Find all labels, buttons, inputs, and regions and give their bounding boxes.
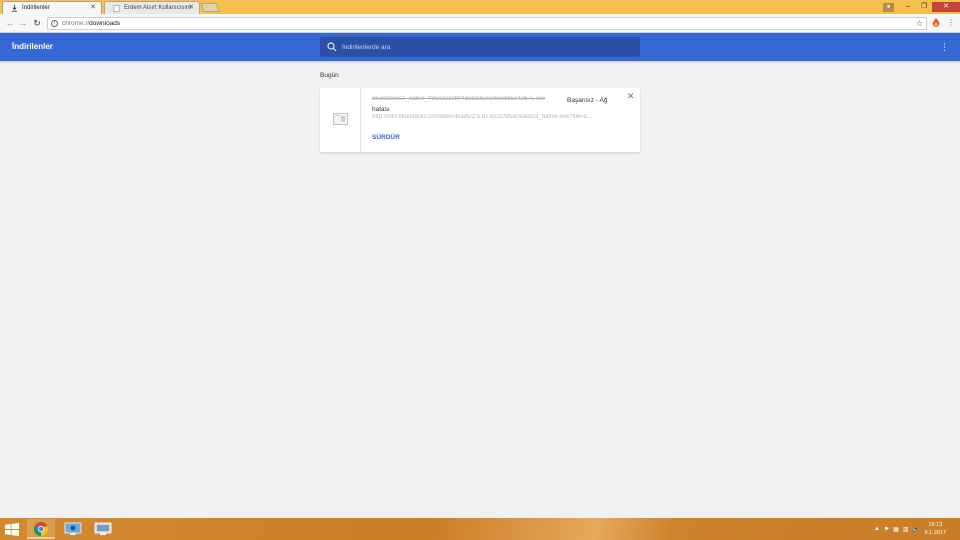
search-icon	[327, 42, 337, 52]
resume-button[interactable]: SÜRDÜR	[372, 134, 400, 141]
tab-profile[interactable]: Erdem Alsırt Kullanıcısını ✕	[104, 1, 200, 14]
action-center-flag-icon[interactable]: ⚑	[884, 526, 889, 533]
clock-date: 9.1.2017	[924, 530, 946, 536]
download-item: BlueStacks2_native_095e2233b04ded325ece6…	[320, 88, 640, 152]
page-title: İndirilenler	[12, 42, 53, 51]
file-icon-column	[320, 88, 361, 152]
minimize-button[interactable]: –	[900, 2, 916, 12]
page-icon	[113, 5, 120, 12]
chrome-icon	[34, 522, 48, 536]
chrome-menu-icon[interactable]: ⋮	[947, 17, 955, 29]
clock-time: 19:13	[928, 522, 943, 528]
system-tray: ▲ ⚑ ▦ ▥ 🔈	[874, 522, 920, 536]
file-icon	[333, 113, 348, 125]
taskbar-network-app[interactable]	[59, 519, 87, 539]
tab-close-icon[interactable]: ✕	[188, 2, 194, 14]
extension-flame-icon[interactable]	[932, 18, 940, 28]
windows-start-icon[interactable]	[5, 523, 19, 536]
url-text[interactable]: chrome://downloads	[62, 18, 120, 29]
window-controls: ● – ❐ ✕	[883, 0, 960, 14]
tray-chevron-icon[interactable]: ▲	[874, 526, 880, 532]
tab-strip: İndirilenler ✕ Erdem Alsırt Kullanıcısın…	[0, 0, 960, 14]
network-monitor-icon	[64, 522, 82, 535]
back-icon[interactable]: ←	[4, 17, 16, 29]
volume-icon[interactable]: 🔈	[913, 526, 920, 533]
profile-icon[interactable]: ●	[883, 2, 894, 12]
download-status: Başarısız - Ağ hatası	[372, 97, 608, 113]
info-icon[interactable]: i	[51, 20, 58, 27]
connection-icon[interactable]: ▥	[903, 526, 909, 533]
remove-download-icon[interactable]: ✕	[627, 91, 635, 101]
search-input[interactable]	[342, 37, 632, 57]
windows-taskbar: ▲ ⚑ ▦ ▥ 🔈 19:13 9.1.2017	[0, 518, 960, 540]
tab-close-icon[interactable]: ✕	[90, 2, 96, 14]
address-bar[interactable]: i chrome://downloads ☆	[47, 17, 927, 30]
search-box[interactable]	[320, 37, 640, 57]
date-heading: Bugün	[320, 72, 339, 79]
remote-desktop-icon	[94, 522, 112, 535]
maximize-button[interactable]: ❐	[916, 2, 932, 12]
browser-toolbar: ← → ↻ i chrome://downloads ☆	[0, 14, 960, 33]
tab-title: İndirilenler	[22, 5, 50, 11]
taskbar-chrome[interactable]	[27, 519, 55, 539]
more-options-icon[interactable]: ⋮	[940, 33, 949, 61]
reload-icon[interactable]: ↻	[31, 17, 43, 29]
downloads-header: İndirilenler ⋮	[0, 33, 960, 61]
taskbar-clock[interactable]: 19:13 9.1.2017	[925, 521, 946, 537]
taskbar-remote-app[interactable]	[89, 519, 117, 539]
bookmark-star-icon[interactable]: ☆	[916, 18, 923, 29]
tab-title: Erdem Alsırt Kullanıcısını	[124, 5, 192, 11]
close-window-button[interactable]: ✕	[932, 2, 960, 12]
download-url[interactable]: http://cdn.bluestacks.com/downloads/2.5.…	[372, 114, 616, 120]
forward-icon[interactable]: →	[17, 17, 29, 29]
download-icon	[11, 5, 18, 12]
new-tab-button[interactable]	[200, 3, 220, 12]
tab-downloads[interactable]: İndirilenler ✕	[2, 1, 102, 14]
network-icon[interactable]: ▦	[893, 526, 899, 533]
